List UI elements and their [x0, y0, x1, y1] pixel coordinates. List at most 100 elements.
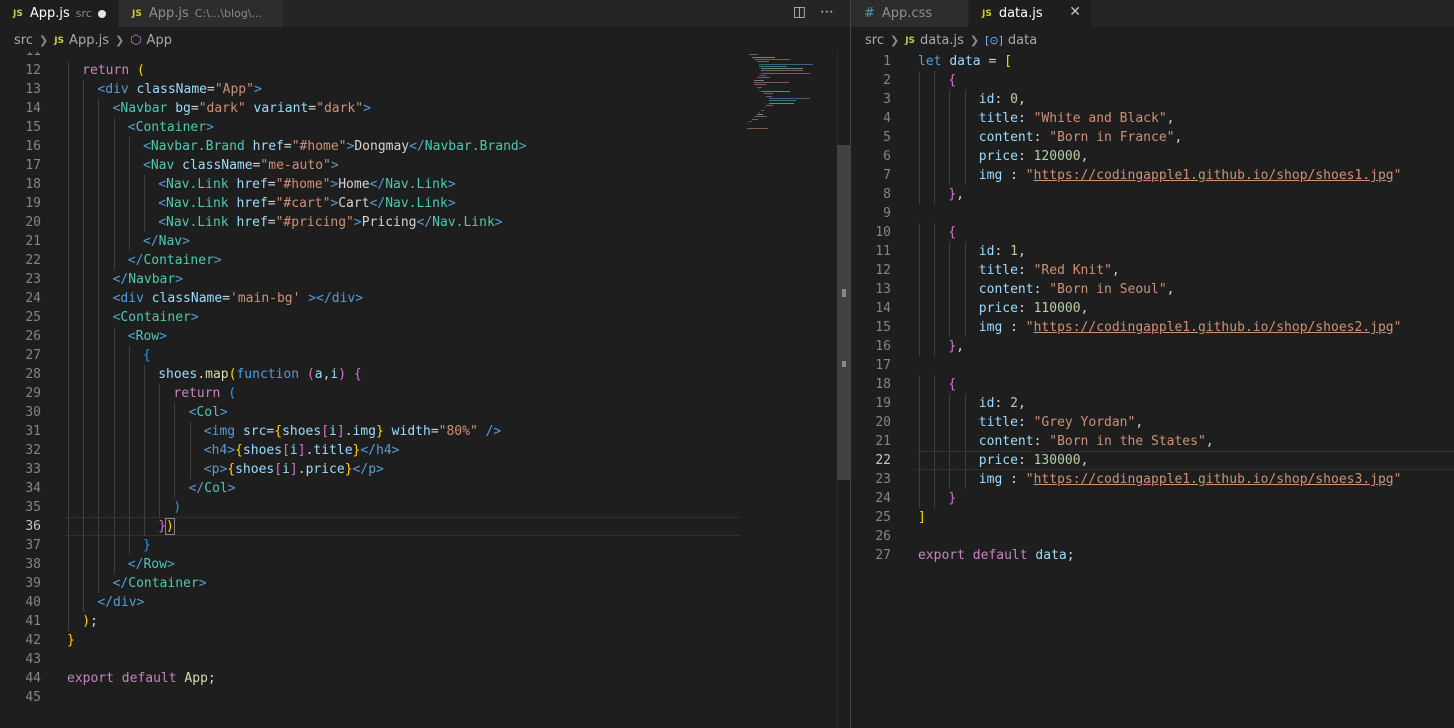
close-icon[interactable]: ✕ [1069, 4, 1081, 20]
code-line[interactable]: 39 </Container> [0, 574, 850, 593]
code-line[interactable]: 8}, [851, 185, 1454, 204]
code-line[interactable]: 42} [0, 631, 850, 650]
code-line[interactable]: 10 { [851, 223, 1454, 242]
code-line[interactable]: 32 <h4>{shoes[i].title}</h4> [0, 441, 850, 460]
breadcrumb-file[interactable]: data.js [920, 33, 964, 48]
breadcrumb-folder[interactable]: src [865, 33, 884, 48]
code-line[interactable]: 41); [0, 612, 850, 631]
line-number: 30 [25, 405, 41, 420]
scrollbar-thumb[interactable] [837, 145, 850, 480]
code-line[interactable]: 18 <Nav.Link href="#home">Home</Nav.Link> [0, 175, 850, 194]
code-line[interactable]: 5 content: "Born in France", [851, 128, 1454, 147]
code-line[interactable]: 26 <Row> [0, 327, 850, 346]
code-line[interactable]: 38 </Row> [0, 555, 850, 574]
code-line[interactable]: 26 [851, 527, 1454, 546]
tab-app-js-blog[interactable]: JS App.js C:\...\blog\... [119, 0, 283, 27]
code-line[interactable]: 4 title: "White and Black", [851, 109, 1454, 128]
code-line[interactable]: 24} [851, 489, 1454, 508]
line-code: title: "Red Knit", [979, 261, 1120, 280]
code-token: 0 [1010, 92, 1018, 107]
code-line[interactable]: 14 price: 110000, [851, 299, 1454, 318]
css-file-icon: # [864, 6, 875, 21]
code-line[interactable]: 20 title: "Grey Yordan", [851, 413, 1454, 432]
code-line[interactable]: 17 <Nav className="me-auto"> [0, 156, 850, 175]
code-line[interactable]: 28 shoes.map(function (a,i) { [0, 365, 850, 384]
code-line[interactable]: 29 return ( [0, 384, 850, 403]
code-line[interactable]: 13 <div className="App"> [0, 80, 850, 99]
line-code: title: "White and Black", [979, 109, 1175, 128]
tab-app-js-src[interactable]: JS App.js src [0, 0, 118, 27]
code-token: 'main-bg' [230, 291, 301, 306]
tab-data-js[interactable]: JS data.js ✕ [969, 0, 1091, 27]
code-line[interactable]: 2{ [851, 71, 1454, 90]
code-line[interactable]: 21 content: "Born in the States", [851, 432, 1454, 451]
code-line[interactable]: 22 </Container> [0, 251, 850, 270]
code-line[interactable]: 11 id: 1, [851, 242, 1454, 261]
code-line[interactable]: 37} [0, 536, 850, 555]
code-line[interactable]: 12 return ( [0, 61, 850, 80]
code-line[interactable]: 23 img : "https://codingapple1.github.io/… [851, 470, 1454, 489]
code-line[interactable]: 40 </div> [0, 593, 850, 612]
line-number: 35 [25, 500, 41, 515]
code-line[interactable]: 18 { [851, 375, 1454, 394]
code-editor[interactable]: 1112return (13<div className="App">14<Na… [0, 52, 850, 728]
code-line[interactable]: 21 </Nav> [0, 232, 850, 251]
code-line[interactable]: 20 <Nav.Link href="#pricing">Pricing</Nav… [0, 213, 850, 232]
code-line[interactable]: 43 [0, 650, 850, 669]
code-line[interactable]: 15 img : "https://codingapple1.github.io/… [851, 318, 1454, 337]
code-line[interactable]: 30 <Col> [0, 403, 850, 422]
code-line[interactable]: 11 [0, 52, 850, 61]
code-token: : [1017, 111, 1034, 126]
code-line[interactable]: 19 id: 2, [851, 394, 1454, 413]
code-token: Nav.Link [385, 177, 448, 192]
code-line[interactable]: 23 </Navbar> [0, 270, 850, 289]
breadcrumb-symbol[interactable]: data [1008, 33, 1037, 48]
code-line[interactable]: 36}) [0, 517, 850, 536]
code-line[interactable]: 22 price: 130000, [851, 451, 1454, 470]
split-editor-icon[interactable]: ◫ [793, 4, 806, 20]
code-token: "App" [214, 82, 254, 97]
code-line[interactable]: 44 export default App; [0, 669, 850, 688]
code-token: 2 [1010, 396, 1018, 411]
breadcrumb-file[interactable]: App.js [69, 33, 109, 48]
code-line[interactable]: 7 img : "https://codingapple1.github.io/s… [851, 166, 1454, 185]
code-line[interactable]: 31 <img src={shoes[i].img} width="80%" /> [0, 422, 850, 441]
code-token: : [1033, 282, 1050, 297]
code-line[interactable]: 33 <p>{shoes[i].price}</p> [0, 460, 850, 479]
code-line[interactable]: 15 <Container> [0, 118, 850, 137]
code-line[interactable]: 16 <Navbar.Brand href="#home">Dongmay</Na… [0, 137, 850, 156]
line-number: 22 [25, 253, 41, 268]
breadcrumb-symbol[interactable]: App [147, 33, 172, 48]
more-actions-icon[interactable]: ⋯ [820, 4, 834, 20]
code-line[interactable]: 27 { [0, 346, 850, 365]
code-line[interactable]: 3 id: 0, [851, 90, 1454, 109]
code-line[interactable]: 19 <Nav.Link href="#cart">Cart</Nav.Link> [0, 194, 850, 213]
code-line[interactable]: 9 [851, 204, 1454, 223]
tab-app-css[interactable]: # App.css [851, 0, 968, 27]
code-line[interactable]: 25] [851, 508, 1454, 527]
code-token: Container [128, 576, 199, 591]
code-line[interactable]: 17 [851, 356, 1454, 375]
code-line[interactable]: 12 title: "Red Knit", [851, 261, 1454, 280]
code-line[interactable]: 1 let data = [ [851, 52, 1454, 71]
code-line[interactable]: 35) [0, 498, 850, 517]
code-line[interactable]: 45 [0, 688, 850, 707]
code-line[interactable]: 13 content: "Born in Seoul", [851, 280, 1454, 299]
line-code: } [948, 489, 956, 508]
code-line[interactable]: 6 price: 120000, [851, 147, 1454, 166]
code-editor[interactable]: 1 let data = [2{3 id: 0, 4 title: "White and… [851, 52, 1454, 728]
code-line[interactable]: 25 <Container> [0, 308, 850, 327]
code-line[interactable]: 34 </Col> [0, 479, 850, 498]
minimap[interactable] [740, 50, 850, 728]
code-token: : [1017, 415, 1034, 430]
line-code: { [948, 375, 956, 394]
minimap-line [768, 100, 797, 102]
code-token: Home [338, 177, 370, 192]
code-line[interactable]: 14 <Navbar bg="dark" variant="dark"> [0, 99, 850, 118]
breadcrumb-folder[interactable]: src [14, 33, 33, 48]
code-line[interactable]: 27 export default data; [851, 546, 1454, 565]
code-line[interactable]: 24 <div className='main-bg' ></div> [0, 289, 850, 308]
code-line[interactable]: 16}, [851, 337, 1454, 356]
unsaved-changes-dot[interactable] [98, 10, 106, 18]
